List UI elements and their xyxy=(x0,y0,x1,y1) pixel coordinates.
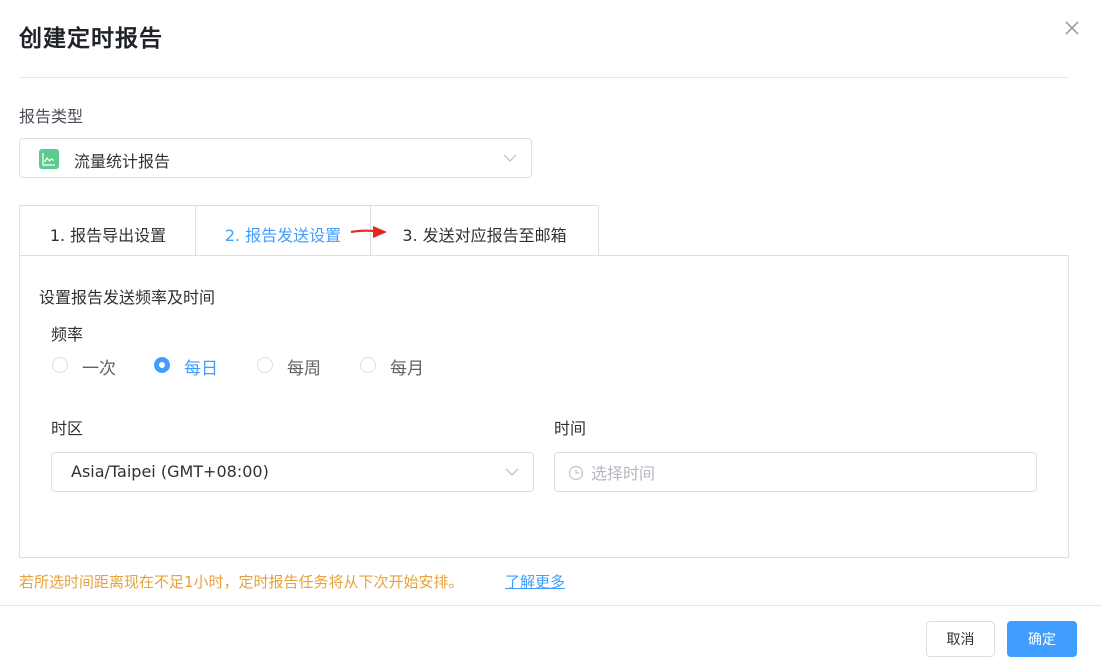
report-type-label: 报告类型 xyxy=(19,107,84,126)
radio-weekly[interactable]: 每周 xyxy=(257,353,327,379)
time-picker[interactable] xyxy=(554,452,1037,492)
radio-label: 每周 xyxy=(287,359,321,379)
radio-circle xyxy=(360,357,376,373)
radio-once[interactable]: 一次 xyxy=(52,353,122,379)
close-button[interactable] xyxy=(1061,17,1083,39)
dialog-title: 创建定时报告 xyxy=(19,26,163,52)
frequency-label: 频率 xyxy=(51,325,84,344)
radio-label: 每日 xyxy=(184,359,218,379)
report-type-select[interactable]: 流量统计报告 xyxy=(19,138,532,178)
footer-divider xyxy=(0,605,1102,606)
notice-text: 若所选时间距离现在不足1小时，定时报告任务将从下次开始安排。 xyxy=(19,573,464,591)
radio-label: 每月 xyxy=(390,359,424,379)
timezone-value: Asia/Taipei (GMT+08:00) xyxy=(71,462,269,481)
timezone-label: 时区 xyxy=(51,419,84,438)
clock-icon xyxy=(568,465,584,481)
arrow-right-icon xyxy=(351,226,387,238)
time-input[interactable] xyxy=(591,460,1011,486)
time-label: 时间 xyxy=(554,419,587,438)
radio-label: 一次 xyxy=(82,359,116,379)
close-icon xyxy=(1065,21,1079,35)
report-type-value: 流量统计报告 xyxy=(74,152,171,171)
tab-send-to-email[interactable]: 3. 发送对应报告至邮箱 xyxy=(370,205,599,256)
cancel-button[interactable]: 取消 xyxy=(926,621,995,657)
chevron-down-icon xyxy=(503,154,517,162)
confirm-button[interactable]: 确定 xyxy=(1007,621,1077,657)
tab-export-settings[interactable]: 1. 报告导出设置 xyxy=(19,205,196,256)
radio-circle xyxy=(154,357,170,373)
chart-icon xyxy=(39,149,59,169)
radio-monthly[interactable]: 每月 xyxy=(360,353,430,379)
radio-daily[interactable]: 每日 xyxy=(154,353,224,379)
learn-more-link[interactable]: 了解更多 xyxy=(505,571,565,592)
title-divider xyxy=(19,77,1069,78)
tab-send-settings[interactable]: 2. 报告发送设置 xyxy=(195,205,370,256)
radio-circle xyxy=(52,357,68,373)
timezone-select[interactable]: Asia/Taipei (GMT+08:00) xyxy=(51,452,534,492)
radio-circle xyxy=(257,357,273,373)
chevron-down-icon xyxy=(505,468,519,476)
section-title: 设置报告发送频率及时间 xyxy=(39,288,216,307)
